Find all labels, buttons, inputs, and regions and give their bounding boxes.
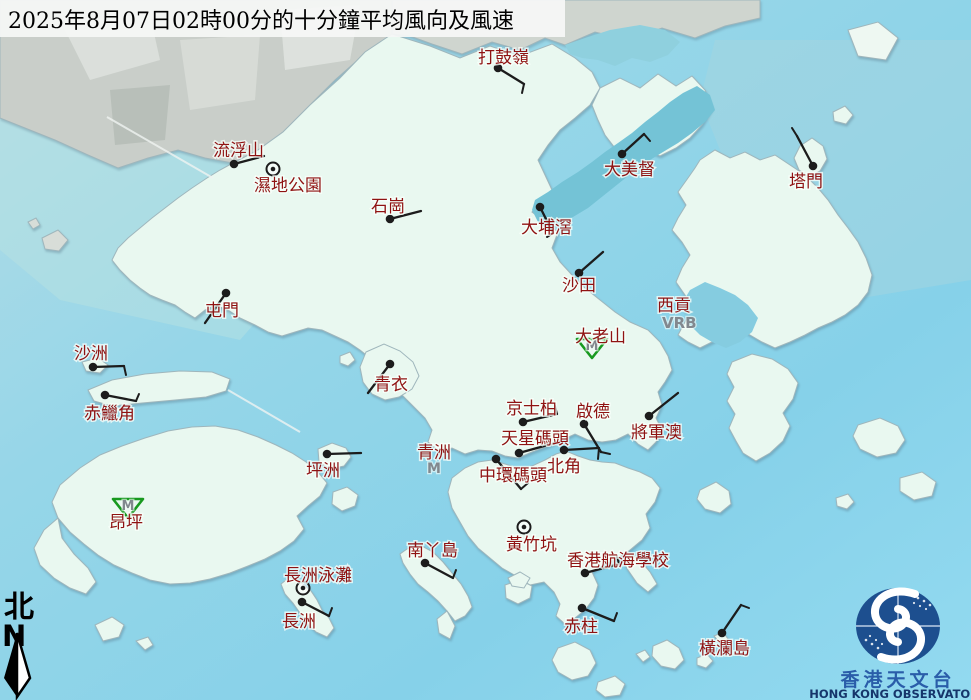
station-label-sha-chau: 沙洲 [74,344,108,364]
station-label-tsing-yi: 青衣 [374,375,408,395]
station-label-cheung-chau: 長洲 [282,612,316,632]
station-label-peng-chau: 坪洲 [306,461,340,481]
station-sai-kung: VRB西貢 [657,296,697,332]
calm-symbol-inner [271,167,276,172]
station-label-ngong-ping: 昂坪 [109,513,143,533]
calm-symbol-inner [522,525,527,530]
station-dot [718,629,727,638]
station-label-tates-cairn: 大老山 [575,327,626,347]
station-dot [386,360,395,369]
station-label-tai-po-kau: 大埔滘 [521,218,572,238]
station-dot [560,446,569,455]
station-label-green-island: 青洲 [417,443,451,463]
wind-barb-shaft [93,366,124,367]
station-dot [578,604,587,613]
station-note-sai-kung: VRB [662,314,697,332]
wind-barb-shaft [327,453,361,454]
wind-barb-tick [598,448,599,459]
station-label-central-pier: 中環碼頭 [479,466,547,486]
calm-symbol-inner [301,586,306,591]
station-dot [298,598,307,607]
station-dot [323,450,332,459]
station-dot [101,391,110,400]
wind-map: 2025年8月07日02時00分的十分鐘平均風向及風速 打鼓嶺塔門 大美督 流浮山濕… [0,0,971,700]
station-label-lau-fau-shan: 流浮山 [213,141,264,161]
station-label-stanley: 赤柱 [564,617,598,637]
station-label-tap-mun: 塔門 [789,172,823,192]
hko-name-en: HONG KONG OBSERVATORY [809,687,971,700]
station-label-cheung-chau-beach: 長洲泳灘 [284,566,352,586]
station-dot [515,449,524,458]
wind-map-canvas: 2025年8月07日02時00分的十分鐘平均風向及風速 打鼓嶺塔門 大美督 流浮山濕… [0,0,971,700]
station-label-kai-tak: 啟德 [576,402,610,422]
station-label-tseung-kwan-o: 將軍澳 [631,423,682,443]
station-label-tuen-mun: 屯門 [205,301,239,321]
station-note-green-island: M [427,461,441,477]
station-label-ta-kwu-ling: 打鼓嶺 [478,48,529,68]
station-label-wetland-park: 濕地公園 [254,176,322,196]
station-dot [645,412,654,421]
urban-texture [180,35,260,110]
station-label-sha-tin: 沙田 [562,276,596,296]
station-dot [492,455,501,464]
station-label-shek-kong: 石崗 [371,197,405,217]
page-title: 2025年8月07日02時00分的十分鐘平均風向及風速 [8,9,514,34]
station-label-lamma-island: 南丫島 [407,541,458,561]
station-label-north-point: 北角 [547,457,581,477]
maintenance-m-label: M [122,499,135,514]
station-label-chek-lap-kok: 赤鱲角 [84,404,135,424]
station-label-kings-park: 京士柏 [506,399,557,419]
station-dot [618,150,627,159]
station-label-wong-chuk-hang: 黃竹坑 [506,535,557,555]
station-label-tai-mei-tuk: 大美督 [604,160,655,180]
station-label-hk-sea-school: 香港航海學校 [567,551,669,571]
station-label-star-ferry-pier: 天星碼頭 [501,429,569,449]
station-dot [809,162,818,171]
station-dot [222,289,231,298]
station-label-sai-kung: 西貢 [657,296,691,316]
station-dot [536,203,545,212]
station-label-waglan-island: 橫瀾島 [699,639,750,659]
